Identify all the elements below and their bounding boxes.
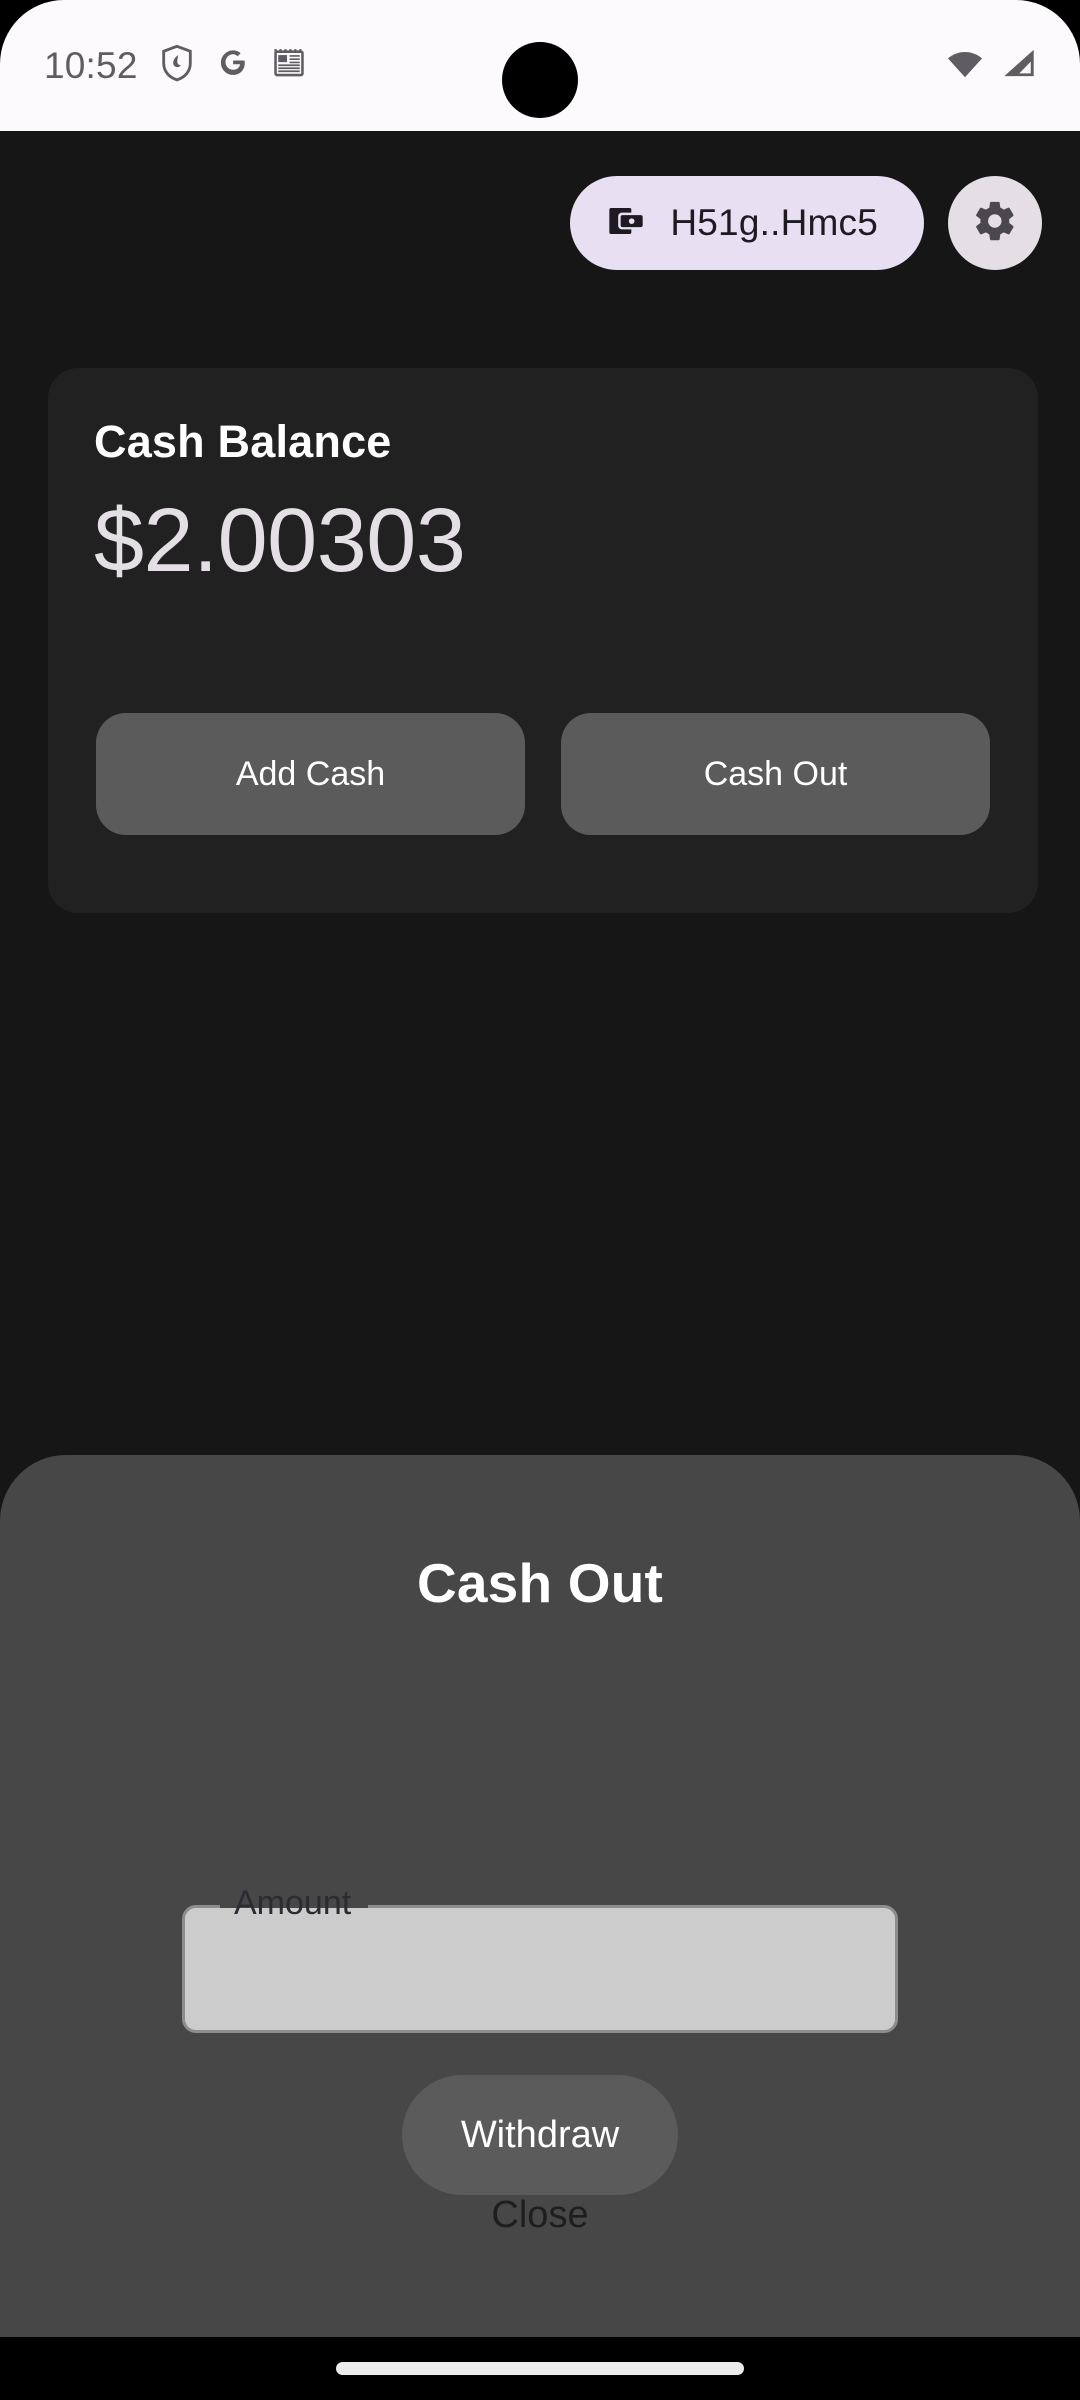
cash-out-button[interactable]: Cash Out	[561, 713, 990, 835]
gear-icon	[972, 198, 1018, 249]
cellular-signal-icon	[1002, 48, 1036, 83]
gesture-nav-bar	[0, 2337, 1080, 2400]
balance-actions-row: Add Cash Cash Out	[96, 713, 990, 835]
amount-field-label: Amount	[234, 1884, 352, 1922]
add-cash-button[interactable]: Add Cash	[96, 713, 525, 835]
cash-out-bottom-sheet: Cash Out Amount Withdraw	[0, 1455, 1080, 2400]
cash-balance-amount: $2.00303	[94, 491, 466, 591]
withdraw-button[interactable]: Withdraw	[402, 2075, 678, 2195]
close-button[interactable]: Close	[451, 2180, 628, 2251]
app-top-bar: H51g..Hmc5	[570, 176, 1042, 270]
phone-screen: 10:52 H51g..Hmc5 Cash Balance $2.00303 A…	[0, 0, 1080, 2400]
amount-input[interactable]	[182, 1905, 898, 2033]
settings-button[interactable]	[948, 176, 1042, 270]
amount-field-container: Amount	[182, 1884, 898, 2033]
notes-icon	[272, 46, 306, 85]
bottom-sheet-title: Cash Out	[416, 1552, 664, 1614]
wallet-address-chip[interactable]: H51g..Hmc5	[570, 176, 924, 270]
shield-icon	[160, 44, 194, 87]
app-content: H51g..Hmc5 Cash Balance $2.00303 Add Cas…	[0, 131, 1080, 2400]
gesture-home-handle[interactable]	[336, 2362, 744, 2375]
camera-cutout	[502, 42, 578, 118]
wallet-icon	[606, 201, 646, 246]
cash-balance-card: Cash Balance $2.00303 Add Cash Cash Out	[48, 368, 1038, 913]
google-g-icon	[216, 45, 250, 86]
cash-balance-title: Cash Balance	[94, 416, 392, 467]
wifi-icon	[946, 48, 984, 83]
wallet-address-label: H51g..Hmc5	[670, 202, 878, 243]
status-bar-clock: 10:52	[44, 44, 138, 86]
status-bar-left-group: 10:52	[44, 44, 306, 87]
status-bar-right-group	[946, 48, 1036, 83]
